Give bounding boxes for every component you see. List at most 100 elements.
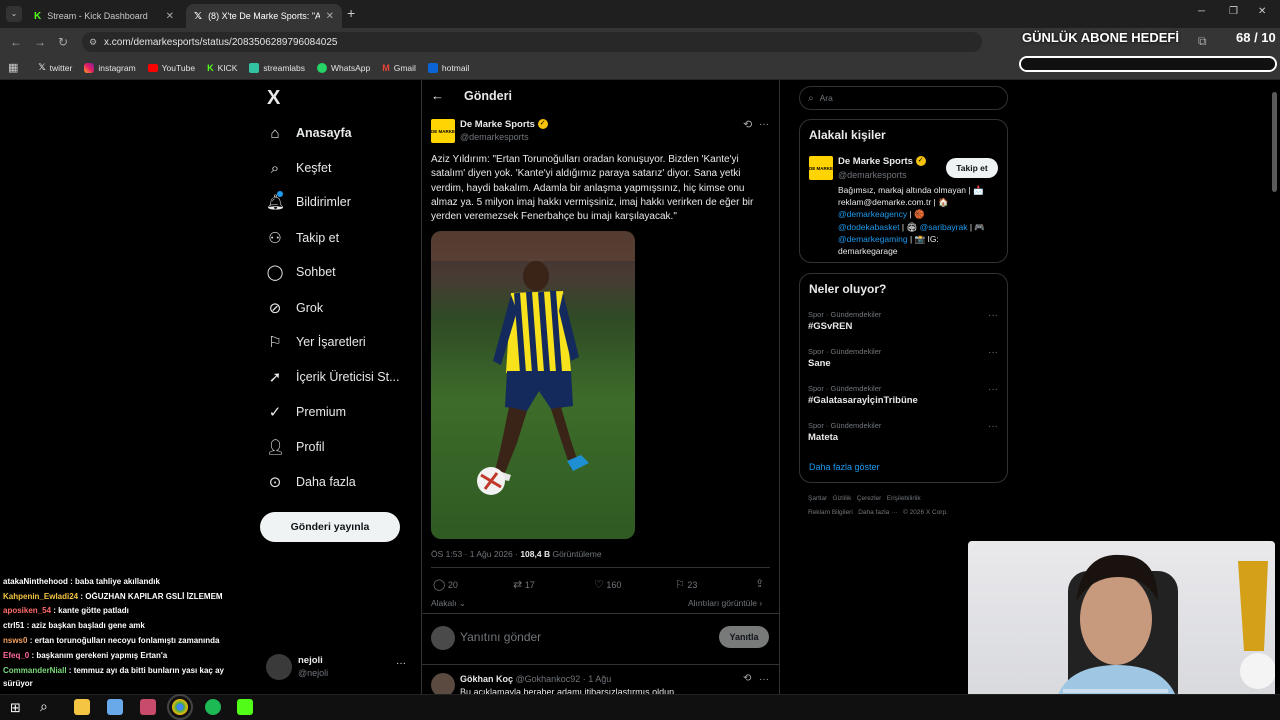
chat-username[interactable]: nsws0 [3,636,27,645]
bookmark-youtube[interactable]: YouTube [144,59,199,77]
nav-grok[interactable]: ⊘ Grok [266,296,323,320]
share-icon[interactable]: ⇪ [755,577,764,590]
reply-author-name[interactable]: Gökhan Koç [460,674,513,684]
relevant-avatar[interactable]: DE MARKE [809,156,833,180]
window-close-button[interactable]: ✕ [1258,6,1266,17]
mention-link[interactable]: @dodekabasket [838,222,900,232]
chat-username[interactable]: Kahpenin_Ewladi24 [3,592,78,601]
show-more-link[interactable]: Daha fazla göster [809,462,880,472]
more-icon[interactable]: ··· [988,421,998,432]
more-icon[interactable]: ··· [988,384,998,395]
chat-message: ctrl51 : aziz başkan başladı gene amk [3,621,265,630]
reply-action[interactable]: ◯ 20 [433,578,458,591]
reply-button[interactable]: Yanıtla [719,626,769,648]
nav-more[interactable]: ⊙ Daha fazla [266,470,356,494]
nav-follow[interactable]: ⚇ Takip et [266,226,339,250]
back-icon[interactable]: ← [10,35,22,49]
bookmark-kick[interactable]: K KICK [203,59,241,77]
address-bar[interactable]: ⚙ x.com/demarkesports/status/20835062897… [82,32,982,52]
nav-premium[interactable]: ✓ Premium [266,400,346,424]
grok-explain-icon[interactable]: ⟲ [743,118,752,131]
bookmark-gmail[interactable]: M Gmail [378,59,420,77]
mention-link[interactable]: @demarkeagency [838,209,907,219]
close-icon[interactable]: ✕ [166,11,174,22]
relevant-name-row[interactable]: De Marke Sports ✓ [838,156,926,167]
maximize-button[interactable]: ❐ [1229,6,1238,17]
tweet-image[interactable] [431,231,635,539]
chat-text: sürüyor [3,679,33,688]
youtube-icon [147,63,158,72]
forward-icon[interactable]: → [34,35,46,49]
post-button[interactable]: Gönderi yayınla [260,512,400,542]
bookmark-twitter[interactable]: 𝕏twitter [34,59,76,77]
more-icon[interactable]: ··· [988,347,998,358]
nav-bookmarks[interactable]: ⚐ Yer İşaretleri [266,330,365,354]
windows-start-icon[interactable]: ⊞ [10,700,21,716]
author-handle[interactable]: @demarkesports [460,132,529,142]
close-icon[interactable]: ✕ [326,11,334,22]
kick-app-icon[interactable] [237,699,253,715]
tab-kick-dashboard[interactable]: K Stream - Kick Dashboard ✕ [26,4,182,28]
footer-links[interactable]: Şartlar Gizlilik Çerezler Erişilebilirli… [808,495,921,502]
more-icon[interactable]: ··· [759,119,769,130]
minimize-button[interactable]: ─ [1198,6,1205,17]
author-name-row[interactable]: De Marke Sports ✓ [460,119,548,130]
spotify-icon[interactable] [205,699,221,715]
app-icon[interactable] [140,699,156,715]
x-logo[interactable]: X [267,87,280,110]
search-icon[interactable]: ⌕ [40,698,48,715]
chat-username[interactable]: Efeq_0 [3,651,29,660]
chat-username[interactable]: aposiken_54 [3,606,51,615]
like-action[interactable]: ♡ 160 [594,578,621,591]
reload-icon[interactable]: ↻ [58,35,68,49]
app-icon[interactable] [107,699,123,715]
footer-links[interactable]: Reklam Bilgileri Daha fazla ··· © 2026 X… [808,509,948,516]
extensions-icon[interactable]: ⧉ [1198,34,1207,49]
view-quotes-link[interactable]: Alıntıları görüntüle › [688,598,762,608]
nav-notifications[interactable]: 🔔︎ Bildirimler [266,190,351,214]
tab-search-icon[interactable]: ⌄ [6,6,22,22]
trend-item[interactable]: Spor · Gündemdekiler Sane ··· [808,347,1008,369]
bookmark-instagram[interactable]: instagram [80,59,139,77]
bookmark-hotmail[interactable]: hotmail [424,59,473,77]
chat-username[interactable]: ctrl51 [3,621,24,630]
scrollbar[interactable] [1272,92,1277,192]
bookmark-whatsapp[interactable]: WhatsApp [313,59,374,77]
apps-icon[interactable]: ▦ [8,61,18,74]
author-avatar[interactable]: DE MARKE [431,119,455,143]
file-explorer-icon[interactable] [74,699,90,715]
repost-action[interactable]: ⇄ 17 [513,578,535,591]
nav-creator-studio[interactable]: ➚ İçerik Üreticisi St... [266,365,400,389]
nav-profile[interactable]: 👤︎ Profil [266,435,324,459]
follow-button[interactable]: Takip et [946,158,998,178]
grok-explain-icon[interactable]: ⟲ [743,673,751,684]
chat-username[interactable]: CommanderNiall [3,666,67,675]
mention-link[interactable]: @saribayrak [920,222,968,232]
reply-input[interactable]: Yanıtını gönder [460,630,710,644]
new-tab-button[interactable]: + [347,5,355,21]
more-icon[interactable]: ··· [759,674,769,685]
timestamp[interactable]: ÖS 1:53 · 1 Ağu 2026 · [431,549,520,559]
chat-message: atakaNinthehood : baba tahliye akıllandı… [3,577,265,586]
chrome-icon[interactable] [167,694,193,720]
back-arrow-icon[interactable]: ← [431,88,444,103]
trend-item[interactable]: Spor · Gündemdekiler #GSvREN ··· [808,310,1008,332]
more-icon[interactable]: ··· [988,310,998,321]
site-info-icon[interactable]: ⚙ [89,37,97,48]
nav-home[interactable]: ⌂ Anasayfa [266,121,351,145]
nav-explore[interactable]: ⌕ Keşfet [266,156,332,180]
chat-username[interactable]: atakaNinthehood [3,577,68,586]
bookmark-streamlabs[interactable]: streamlabs [245,59,309,77]
tab-x-post[interactable]: 𝕏 (8) X'te De Marke Sports: "Aziz ✕ [186,4,342,28]
nav-chat[interactable]: ◯ Sohbet [266,260,336,284]
more-icon[interactable]: ··· [396,658,406,669]
view-count: 108,4 B [520,549,551,559]
search-input[interactable]: ⌕ Ara [799,86,1008,110]
trend-item[interactable]: Spor · Gündemdekiler Mateta ··· [808,421,1008,443]
mention-link[interactable]: @demarkegaming [838,234,908,244]
bookmark-action[interactable]: ⚐ 23 [675,578,697,591]
search-icon: ⌕ [808,92,814,104]
account-switcher[interactable]: nejoli @nejoli ··· [266,654,412,682]
related-dropdown[interactable]: Alakalı ⌄ [431,598,466,609]
trend-item[interactable]: Spor · Gündemdekiler #GalatasarayİçinTrib… [808,384,1008,406]
